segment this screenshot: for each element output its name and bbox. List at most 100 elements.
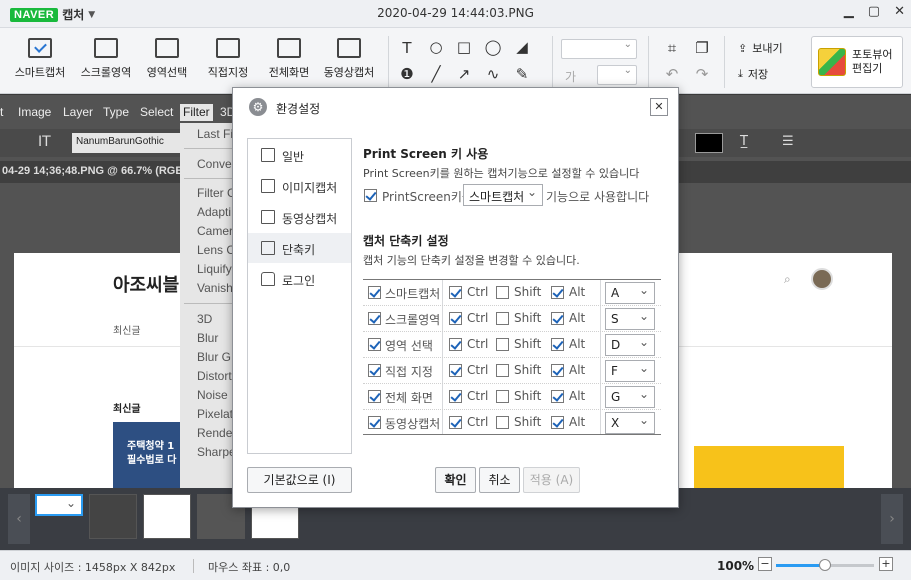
status-divider (193, 559, 194, 573)
type-orientation-icon: IT (38, 134, 51, 150)
ctrl-label: Ctrl (467, 389, 489, 403)
panels-icon: ☰ (782, 134, 794, 149)
shift-modifier-checkbox[interactable] (496, 390, 509, 403)
save-button[interactable]: ⤓ 저장 (738, 66, 768, 82)
filter-menu-item: Noise (197, 388, 228, 402)
ctrl-modifier-checkbox[interactable] (449, 312, 462, 325)
ok-button[interactable]: 확인 (435, 467, 476, 493)
alt-label: Alt (569, 363, 586, 377)
send-button[interactable]: ⇪ 보내기 (738, 40, 783, 56)
area-select-label: 영역선택 (146, 66, 188, 79)
nav-item-login[interactable]: 로그인 (248, 264, 351, 294)
alt-modifier-checkbox[interactable] (551, 390, 564, 403)
shift-modifier-checkbox[interactable] (496, 338, 509, 351)
scroll-area-button[interactable]: 스크롤영역 (73, 38, 139, 80)
shift-modifier-checkbox[interactable] (496, 416, 509, 429)
ctrl-modifier-checkbox[interactable] (449, 364, 462, 377)
crop-icon[interactable]: ⌗ (662, 39, 682, 57)
ps-menu-item: t (0, 105, 4, 119)
ctrl-modifier-checkbox[interactable] (449, 416, 462, 429)
rectangle-tool-icon[interactable]: □ (454, 38, 474, 56)
dialog-close-button[interactable]: ✕ (650, 98, 668, 116)
restore-window-icon[interactable]: ▢ (868, 4, 880, 19)
speech-bubble-icon[interactable]: ◯ (483, 38, 503, 56)
alt-modifier-checkbox[interactable] (551, 416, 564, 429)
circle-tool-icon[interactable]: ○ (426, 38, 446, 56)
shortcut-enable-checkbox[interactable] (368, 416, 381, 429)
shortcut-enable-checkbox[interactable] (368, 286, 381, 299)
number-marker-icon[interactable]: ❶ (397, 65, 417, 83)
nav-item-shortcuts[interactable]: 단축키 (248, 233, 351, 263)
strip-next-icon[interactable]: › (881, 494, 903, 544)
undo-icon[interactable]: ↶ (662, 65, 682, 83)
font-size-select[interactable] (597, 65, 637, 85)
line-tool-icon[interactable]: ╱ (426, 65, 446, 83)
blog-avatar (811, 268, 833, 290)
zoom-slider-handle[interactable] (819, 559, 831, 571)
shortcut-key-select[interactable]: D (605, 334, 655, 356)
history-thumbnail-selected[interactable] (35, 494, 83, 516)
alt-modifier-checkbox[interactable] (551, 364, 564, 377)
redo-icon[interactable]: ↷ (692, 65, 712, 83)
strip-prev-icon[interactable]: ‹ (8, 494, 30, 544)
shortcut-key-select[interactable]: A (605, 282, 655, 304)
blog-title: 아조씨블 (113, 275, 180, 296)
shortcut-key-select[interactable]: X (605, 412, 655, 434)
fullscreen-button[interactable]: 전체화면 (256, 38, 322, 80)
font-color-label: 가 (565, 70, 577, 84)
alt-label: Alt (569, 337, 586, 351)
video-capture-button[interactable]: 동영상캡처 (316, 38, 382, 80)
ctrl-modifier-checkbox[interactable] (449, 390, 462, 403)
editor-label-line2: 편집기 (852, 62, 883, 75)
history-thumbnail[interactable] (89, 494, 137, 539)
alt-modifier-checkbox[interactable] (551, 286, 564, 299)
shortcut-key-select[interactable]: S (605, 308, 655, 330)
mouse-coords-text: 마우스 좌표 : 0,0 (208, 561, 291, 574)
apply-button[interactable]: 적용 (A) (523, 467, 580, 493)
close-window-icon[interactable]: ✕ (894, 4, 905, 19)
arrow-tool-icon[interactable]: ↗ (454, 65, 474, 83)
image-size-text: 이미지 사이즈 : 1458px X 842px (10, 561, 176, 574)
ctrl-modifier-checkbox[interactable] (449, 286, 462, 299)
history-thumbnail[interactable] (143, 494, 191, 539)
printscreen-enable-checkbox[interactable] (364, 189, 377, 202)
shift-modifier-checkbox[interactable] (496, 364, 509, 377)
text-tool-icon[interactable]: T (397, 39, 417, 57)
zoom-in-icon[interactable]: + (879, 557, 893, 571)
shortcut-enable-checkbox[interactable] (368, 312, 381, 325)
fill-bucket-icon[interactable]: ◢ (512, 38, 532, 56)
video-capture-icon (337, 38, 361, 58)
ctrl-modifier-checkbox[interactable] (449, 338, 462, 351)
copy-icon[interactable]: ❐ (692, 39, 712, 57)
alt-modifier-checkbox[interactable] (551, 312, 564, 325)
nav-item-video-capture[interactable]: 동영상캡처 (248, 202, 351, 232)
shortcut-name: 전체 화면 (385, 391, 433, 405)
area-select-button[interactable]: 영역선택 (134, 38, 200, 80)
smart-capture-button[interactable]: 스마트캡처 (7, 38, 73, 80)
shift-modifier-checkbox[interactable] (496, 286, 509, 299)
shortcut-key-select[interactable]: G (605, 386, 655, 408)
direct-select-button[interactable]: 직접지정 (195, 38, 261, 80)
fullscreen-icon (277, 38, 301, 58)
shortcut-enable-checkbox[interactable] (368, 338, 381, 351)
thumb-text: 주택청약 1 (127, 441, 175, 452)
printscreen-function-select[interactable]: 스마트캡처 (463, 184, 543, 206)
shift-modifier-checkbox[interactable] (496, 312, 509, 325)
alt-modifier-checkbox[interactable] (551, 338, 564, 351)
minimize-window-icon[interactable]: ▁ (844, 4, 854, 19)
alt-label: Alt (569, 389, 586, 403)
cancel-button[interactable]: 취소 (479, 467, 520, 493)
nav-item-general[interactable]: 일반 (248, 140, 351, 170)
line-width-select[interactable] (561, 39, 637, 59)
photo-viewer-editor-button[interactable]: 포토뷰어 편집기 (811, 36, 903, 88)
nav-item-image-capture[interactable]: 이미지캡처 (248, 171, 351, 201)
shortcut-key-select[interactable]: F (605, 360, 655, 382)
zoom-slider[interactable] (776, 559, 874, 571)
zoom-out-icon[interactable]: − (758, 557, 772, 571)
shortcut-enable-checkbox[interactable] (368, 390, 381, 403)
reset-defaults-button[interactable]: 기본값으로 (I) (247, 467, 352, 493)
freehand-tool-icon[interactable]: ∿ (483, 65, 503, 83)
shortcuts-section-desc: 캡처 기능의 단축키 설정을 변경할 수 있습니다. (363, 254, 580, 267)
pen-color-icon[interactable]: ✎ (512, 65, 532, 83)
shortcut-enable-checkbox[interactable] (368, 364, 381, 377)
